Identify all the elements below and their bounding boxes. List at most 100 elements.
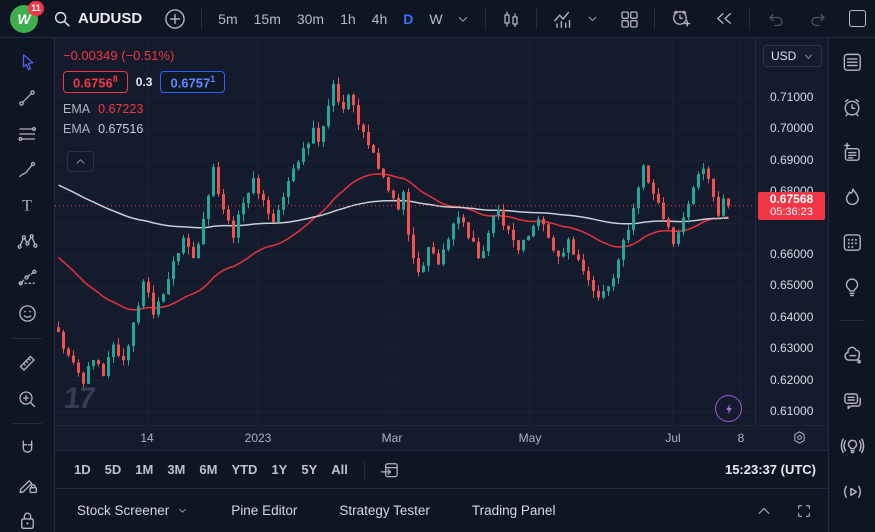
price-label: 0.70000: [770, 121, 813, 135]
symbol-search-button[interactable]: AUDUSD: [52, 9, 142, 29]
go-to-date-button[interactable]: [374, 456, 405, 483]
instant-trading-button[interactable]: [715, 395, 742, 422]
divider: [12, 423, 42, 424]
range-3M[interactable]: 3M: [160, 458, 192, 481]
play-waves-icon: [840, 479, 865, 504]
tool-brush[interactable]: [12, 158, 42, 181]
watermark-checkbox[interactable]: [849, 10, 866, 27]
forecast-icon: [16, 266, 39, 289]
tool-fib-retracement[interactable]: [12, 122, 42, 145]
chart-pane[interactable]: −0.00349 (−0.51%) 0.67568 0.3 0.67571 EM…: [55, 38, 828, 425]
divider: [839, 320, 865, 321]
interval-5m[interactable]: 5m: [211, 7, 244, 31]
tool-ruler[interactable]: [12, 352, 42, 375]
interval-4h[interactable]: 4h: [365, 7, 395, 31]
sidebar-item-hotlists[interactable]: [839, 185, 865, 209]
sidebar-item-watchlist[interactable]: [839, 50, 865, 74]
sidebar-item-home[interactable]: [839, 525, 865, 532]
chart-style-button[interactable]: [495, 5, 527, 33]
add-symbol-button[interactable]: [158, 4, 192, 34]
axis-settings-button[interactable]: [791, 429, 808, 451]
sidebar-item-news[interactable]: [839, 140, 865, 164]
lightbulb-icon: [840, 275, 864, 299]
lightbulb-waves-icon: [840, 433, 865, 458]
range-1D[interactable]: 1D: [67, 458, 98, 481]
panel-expand-button[interactable]: [750, 499, 778, 523]
interval-15m[interactable]: 15m: [247, 7, 288, 31]
replay-rewind-icon: [712, 7, 735, 30]
sidebar-item-streams[interactable]: [839, 479, 865, 504]
create-alert-button[interactable]: [664, 4, 697, 33]
sidebar-item-minds[interactable]: [839, 342, 865, 367]
sell-button[interactable]: 0.67568: [63, 71, 128, 93]
interval-W[interactable]: W: [422, 7, 449, 31]
price-label: 0.65000: [770, 278, 813, 292]
tool-trend-line[interactable]: [12, 87, 42, 110]
price-axis[interactable]: USD 0.710000.700000.690000.680000.660000…: [755, 38, 828, 425]
tool-magnet[interactable]: [12, 437, 42, 460]
thought-cloud-icon: [840, 342, 865, 367]
tool-zoom-in[interactable]: [12, 387, 42, 410]
indicators-icon: [551, 7, 575, 31]
layout-button[interactable]: [613, 5, 645, 33]
candles-icon: [500, 8, 522, 30]
tab-trading-panel[interactable]: Trading Panel: [460, 497, 568, 524]
range-1M[interactable]: 1M: [128, 458, 160, 481]
tab-pine-editor[interactable]: Pine Editor: [219, 497, 309, 524]
interval-1h[interactable]: 1h: [333, 7, 363, 31]
trend-line-icon: [16, 87, 38, 109]
time-label: 14: [140, 431, 153, 445]
calendar-icon: [840, 230, 864, 254]
range-1Y[interactable]: 1Y: [264, 458, 294, 481]
chevron-up-icon: [755, 502, 773, 520]
tool-xabcd-pattern[interactable]: [12, 230, 42, 253]
session-clock[interactable]: 15:23:37 (UTC): [725, 462, 816, 477]
bar-replay-button[interactable]: [707, 4, 740, 33]
range-YTD[interactable]: YTD: [224, 458, 264, 481]
news-plus-icon: [840, 140, 864, 164]
sidebar-item-live-ideas[interactable]: [839, 433, 865, 458]
interval-dropdown[interactable]: [450, 8, 476, 30]
price-label: 0.69000: [770, 153, 813, 167]
range-5Y[interactable]: 5Y: [294, 458, 324, 481]
tool-drawing-lock[interactable]: [12, 473, 42, 496]
time-axis[interactable]: 142023MarMayJul8: [55, 425, 828, 450]
tab-stock-screener[interactable]: Stock Screener: [65, 497, 201, 524]
time-label: Mar: [382, 431, 403, 445]
chevron-down-icon: [585, 11, 600, 26]
sidebar-item-chat[interactable]: [839, 388, 865, 412]
buy-button[interactable]: 0.67571: [160, 71, 225, 93]
roof-icon: [840, 525, 865, 532]
last-price-badge: 0.67568 05:36:23: [758, 192, 825, 220]
chart-region: −0.00349 (−0.51%) 0.67568 0.3 0.67571 EM…: [55, 38, 828, 532]
sidebar-item-alerts[interactable]: [839, 95, 865, 119]
tool-lock-all[interactable]: [12, 509, 42, 532]
tool-emoji[interactable]: [12, 302, 42, 325]
undo-button[interactable]: [759, 5, 791, 33]
tool-text[interactable]: T: [12, 194, 42, 217]
tool-cursor[interactable]: [12, 51, 42, 74]
alarm-clock-icon: [840, 95, 864, 119]
gear-hex-icon: [791, 429, 808, 446]
xabcd-pattern-icon: [16, 230, 39, 253]
sidebar-item-ideas[interactable]: [839, 275, 865, 299]
interval-D[interactable]: D: [396, 7, 420, 31]
range-6M[interactable]: 6M: [192, 458, 224, 481]
legend-collapse-button[interactable]: [67, 151, 94, 172]
interval-30m[interactable]: 30m: [290, 7, 331, 31]
indicators-dropdown[interactable]: [580, 8, 605, 29]
indicators-button[interactable]: [546, 4, 580, 34]
broker-logo[interactable]: W 11: [10, 5, 38, 33]
range-5D[interactable]: 5D: [98, 458, 129, 481]
search-icon: [52, 9, 72, 29]
panel-fullscreen-button[interactable]: [790, 499, 818, 523]
tab-strategy-tester[interactable]: Strategy Tester: [327, 497, 442, 524]
range-All[interactable]: All: [324, 458, 355, 481]
currency-selector[interactable]: USD: [763, 45, 822, 67]
redo-button[interactable]: [803, 5, 835, 33]
sidebar-item-calendar[interactable]: [839, 230, 865, 254]
symbol-name: AUDUSD: [78, 10, 142, 27]
tool-forecast[interactable]: [12, 266, 42, 289]
time-label: May: [519, 431, 542, 445]
price-change: −0.00349 (−0.51%): [63, 48, 225, 63]
